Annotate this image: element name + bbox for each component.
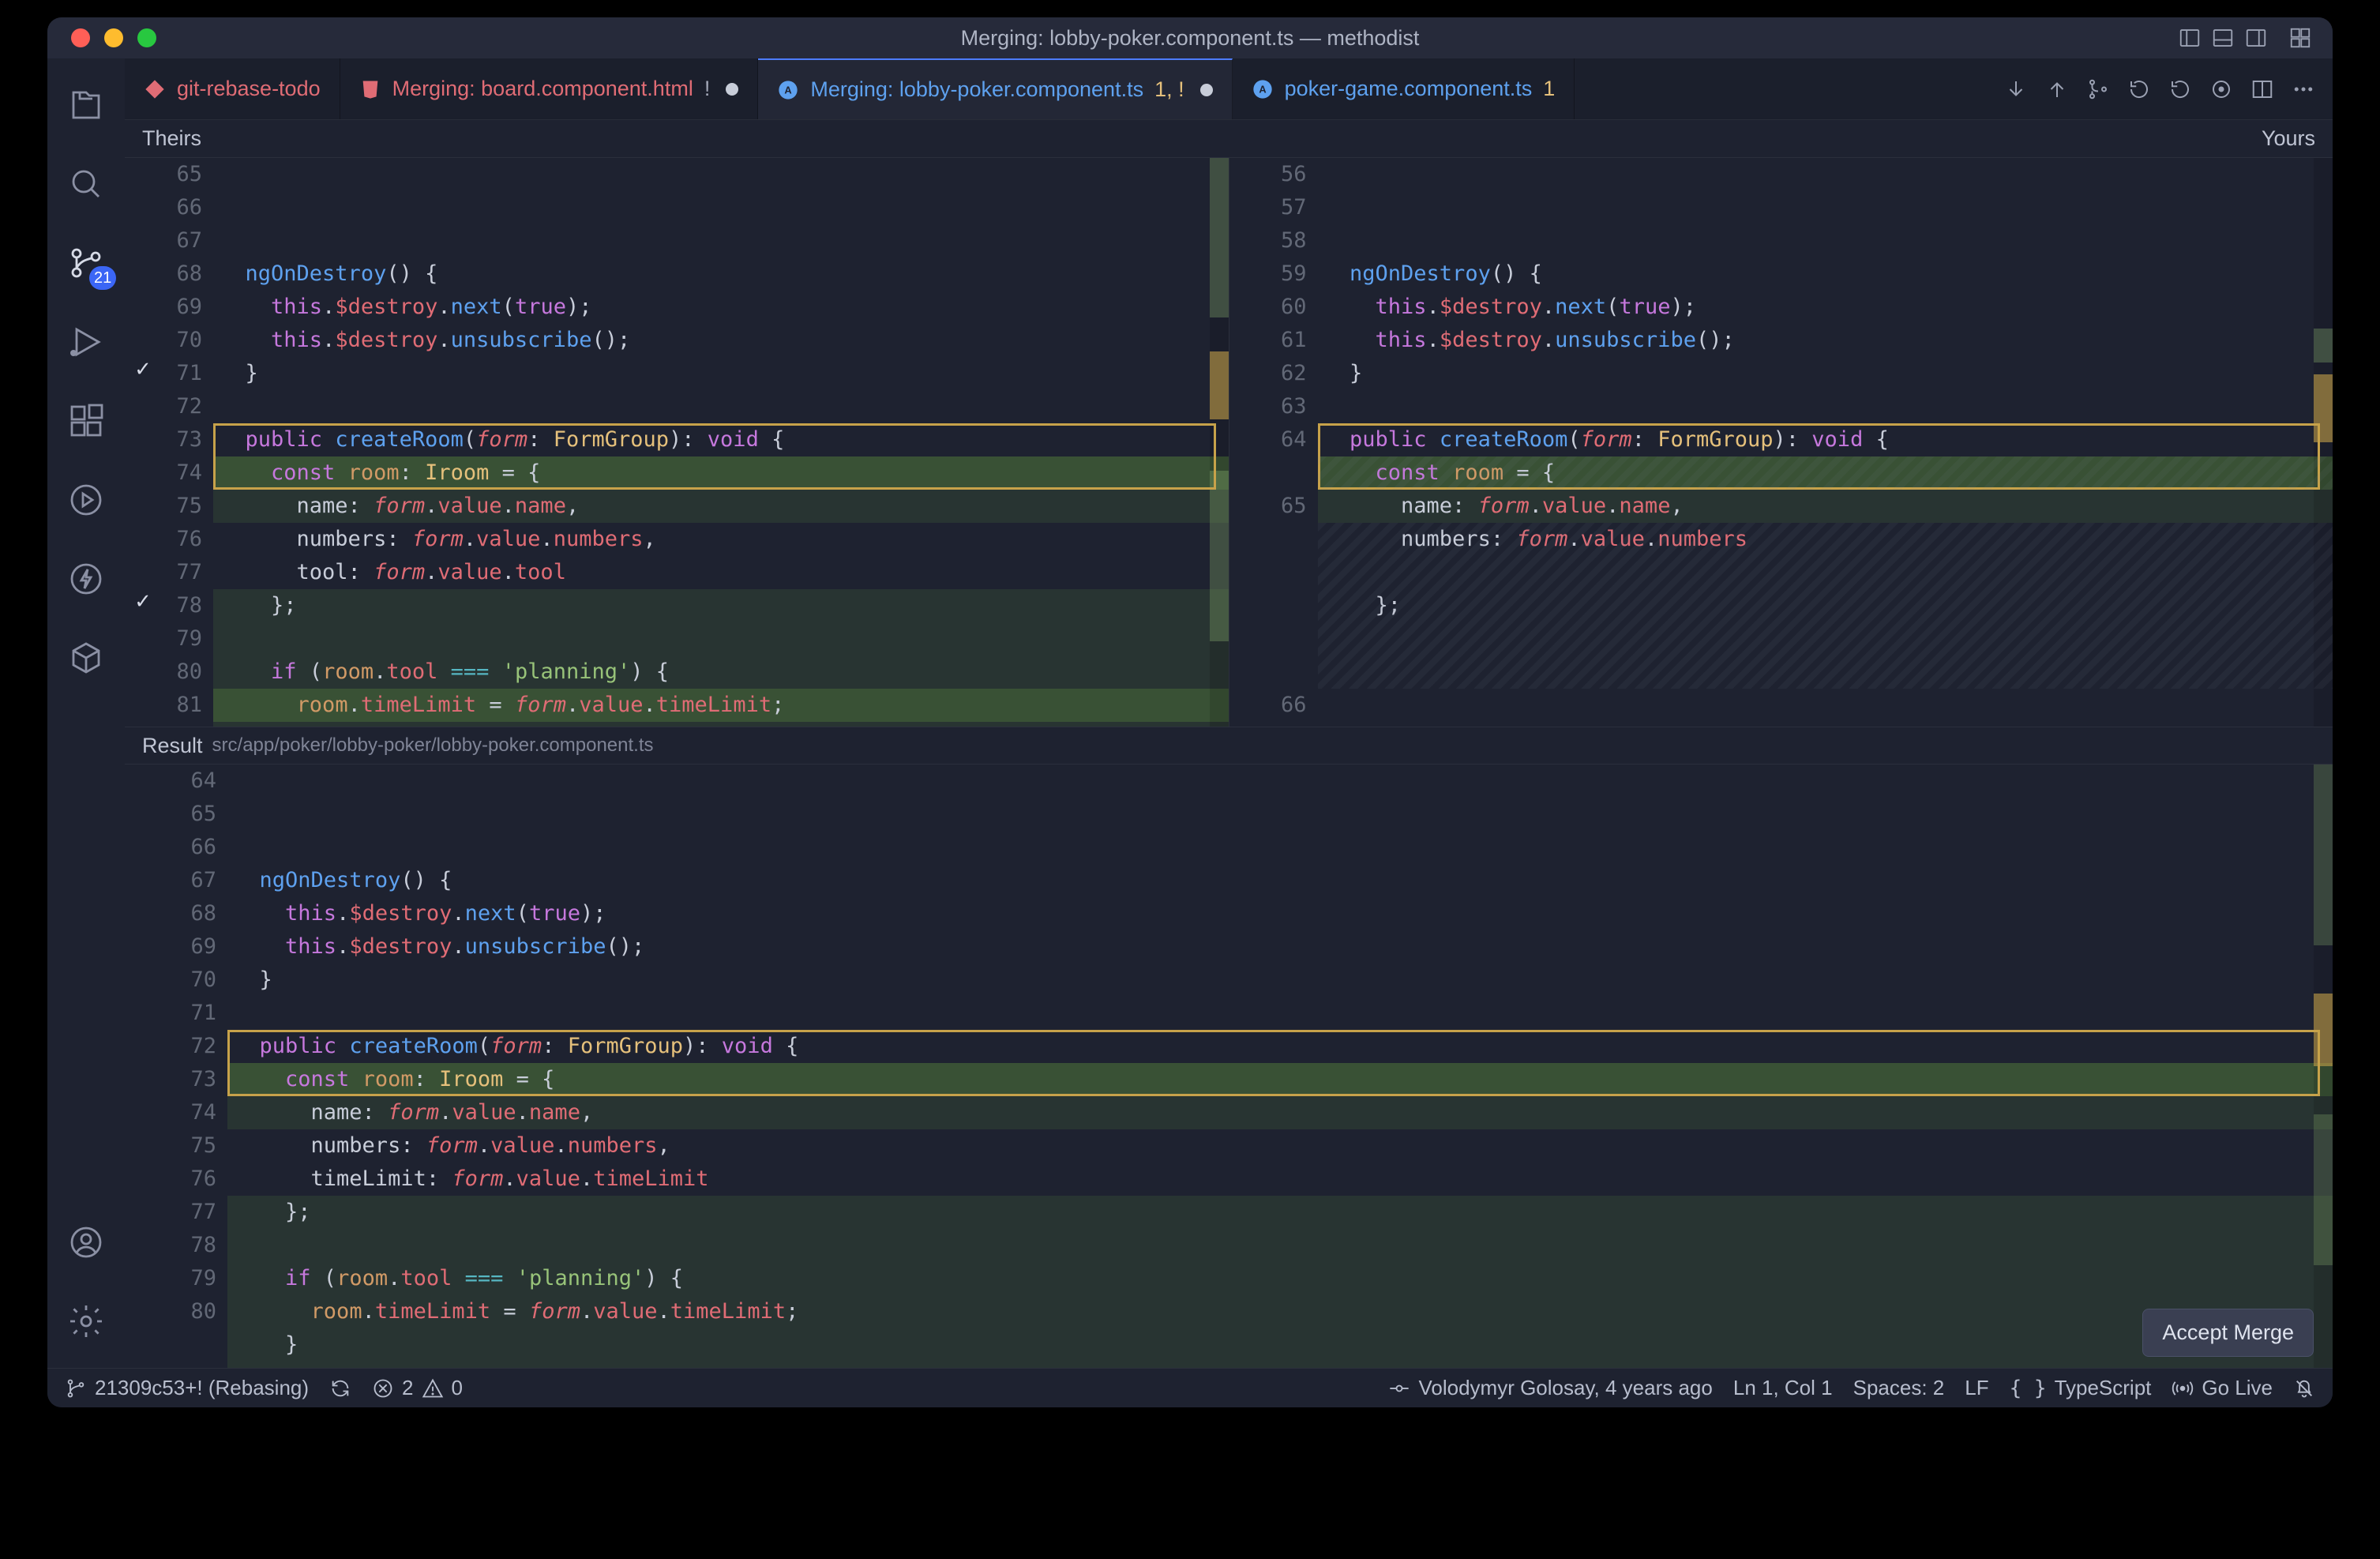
diff-label-row: Theirs Yours: [125, 120, 2333, 158]
window-title: Merging: lobby-poker.component.ts — meth…: [961, 26, 1420, 51]
source-control-button[interactable]: 21: [47, 227, 125, 299]
tab-actions: [1987, 58, 2333, 119]
panel-right-icon[interactable]: [2244, 26, 2268, 50]
warning-count: 0: [452, 1376, 463, 1400]
traffic-lights: [47, 28, 156, 47]
theirs-line-numbers: 6566676869707172737475767778798081: [161, 158, 213, 727]
run-debug-button[interactable]: [47, 306, 125, 378]
bell-off-icon: [2293, 1377, 2315, 1399]
revert-icon[interactable]: [2127, 77, 2151, 101]
status-blame[interactable]: Volodymyr Golosay, 4 years ago: [1388, 1376, 1712, 1400]
settings-button[interactable]: [47, 1286, 125, 1357]
tab-poker-game-component[interactable]: A poker-game.component.ts 1: [1233, 58, 1575, 119]
search-button[interactable]: [47, 148, 125, 220]
ts-file-icon: A: [1252, 78, 1274, 100]
status-spaces[interactable]: Spaces: 2: [1853, 1376, 1945, 1400]
close-window-button[interactable]: [71, 28, 90, 47]
commit-icon: [1388, 1377, 1410, 1399]
branch-icon: [65, 1377, 87, 1399]
tab-lobby-poker-component[interactable]: A Merging: lobby-poker.component.ts 1, !: [758, 58, 1232, 119]
layout-controls: [2178, 26, 2333, 50]
status-bell[interactable]: [2293, 1377, 2315, 1399]
tab-board-component[interactable]: Merging: board.component.html !: [340, 58, 759, 119]
blame-text: Volodymyr Golosay, 4 years ago: [1418, 1376, 1712, 1400]
status-problems[interactable]: 2 0: [372, 1376, 463, 1400]
result-line-numbers: 6465666768697071727374757677787980: [125, 764, 227, 1368]
theirs-pane[interactable]: ✓✓ 6566676869707172737475767778798081 ng…: [125, 158, 1229, 727]
theirs-code[interactable]: ngOnDestroy() { this.$destroy.next(true)…: [213, 158, 1229, 727]
panel-left-icon[interactable]: [2178, 26, 2202, 50]
svg-text:A: A: [785, 84, 792, 96]
warning-icon: [422, 1377, 444, 1399]
tab-label: poker-game.component.ts: [1285, 77, 1533, 101]
broadcast-icon: [2172, 1377, 2194, 1399]
tab-label: Merging: lobby-poker.component.ts: [810, 77, 1143, 102]
arrow-up-icon[interactable]: [2045, 77, 2069, 101]
editor-main: git-rebase-todo Merging: board.component…: [125, 58, 2333, 1368]
minimize-window-button[interactable]: [104, 28, 123, 47]
tab-label: Merging: board.component.html: [392, 77, 693, 101]
activity-bar: 21: [47, 58, 125, 1368]
git-file-icon: [144, 78, 166, 100]
error-count: 2: [402, 1376, 413, 1400]
tab-git-rebase-todo[interactable]: git-rebase-todo: [125, 58, 340, 119]
merge-icon[interactable]: [2086, 77, 2110, 101]
status-sync[interactable]: [329, 1377, 351, 1399]
layout-customize-icon[interactable]: [2288, 26, 2312, 50]
status-branch[interactable]: 21309c53+! (Rebasing): [65, 1376, 309, 1400]
tab-suffix: 1: [1543, 77, 1555, 101]
yours-code[interactable]: ngOnDestroy() { this.$destroy.next(true)…: [1318, 158, 2333, 727]
more-icon[interactable]: [2292, 77, 2315, 101]
tab-bar: git-rebase-todo Merging: board.component…: [125, 58, 2333, 120]
scm-badge: 21: [89, 266, 116, 290]
maximize-window-button[interactable]: [137, 28, 156, 47]
titlebar: Merging: lobby-poker.component.ts — meth…: [47, 17, 2333, 58]
result-code[interactable]: ngOnDestroy() { this.$destroy.next(true)…: [227, 764, 2333, 1368]
overview-ruler[interactable]: [2314, 764, 2333, 1368]
svg-text:A: A: [1259, 83, 1266, 95]
status-language[interactable]: { } TypeScript: [2010, 1376, 2152, 1400]
tab-suffix: 1, !: [1154, 77, 1184, 102]
app-shell: Merging: lobby-poker.component.ts — meth…: [47, 17, 2333, 1407]
revert-icon[interactable]: [2168, 77, 2192, 101]
explorer-button[interactable]: [47, 69, 125, 141]
result-pane[interactable]: 6465666768697071727374757677787980 ngOnD…: [125, 764, 2333, 1368]
accept-merge-button[interactable]: Accept Merge: [2142, 1309, 2314, 1357]
account-button[interactable]: [47, 1207, 125, 1278]
panel-bottom-icon[interactable]: [2211, 26, 2235, 50]
html-file-icon: [359, 78, 381, 100]
diff-container: ✓✓ 6566676869707172737475767778798081 ng…: [125, 158, 2333, 727]
live-share-button[interactable]: [47, 464, 125, 535]
status-golive[interactable]: Go Live: [2172, 1376, 2273, 1400]
status-eol[interactable]: LF: [1965, 1376, 1988, 1400]
theirs-gutter-actions: ✓✓: [125, 158, 161, 727]
yours-line-numbers: 5657585960616263646566: [1266, 158, 1318, 727]
status-cursor[interactable]: Ln 1, Col 1: [1733, 1376, 1833, 1400]
arrow-down-icon[interactable]: [2004, 77, 2028, 101]
cube-button[interactable]: [47, 622, 125, 693]
ts-file-icon: A: [777, 79, 799, 101]
tab-label: git-rebase-todo: [177, 77, 321, 101]
sync-icon: [329, 1377, 351, 1399]
target-icon[interactable]: [2209, 77, 2233, 101]
overview-ruler[interactable]: [1210, 158, 1229, 727]
result-path: src/app/poker/lobby-poker/lobby-poker.co…: [212, 734, 654, 757]
tab-suffix: !: [704, 77, 711, 101]
extensions-button[interactable]: [47, 385, 125, 456]
dirty-indicator-icon: [726, 83, 738, 96]
result-label: Result: [142, 734, 203, 758]
yours-gutter-actions: [1229, 158, 1266, 727]
branch-text: 21309c53+! (Rebasing): [95, 1376, 309, 1400]
yours-pane[interactable]: 5657585960616263646566 ngOnDestroy() { t…: [1229, 158, 2333, 727]
split-editor-icon[interactable]: [2250, 77, 2274, 101]
theirs-label: Theirs: [125, 120, 1229, 157]
error-icon: [372, 1377, 394, 1399]
thunder-button[interactable]: [47, 543, 125, 614]
dirty-indicator-icon: [1200, 84, 1213, 96]
status-bar: 21309c53+! (Rebasing) 2 0 Volodymyr Golo…: [47, 1368, 2333, 1407]
yours-label: Yours: [1229, 120, 2333, 157]
result-header: Result src/app/poker/lobby-poker/lobby-p…: [125, 727, 2333, 764]
